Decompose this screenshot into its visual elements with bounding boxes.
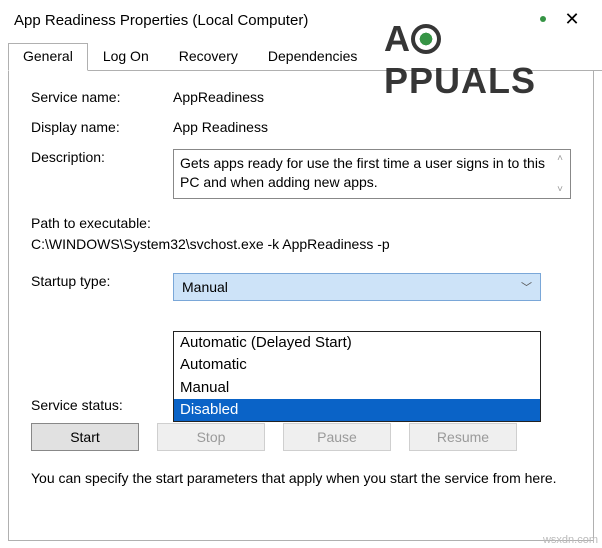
startup-option-automatic[interactable]: Automatic: [174, 354, 540, 376]
tab-bar: General Log On Recovery Dependencies: [8, 42, 602, 71]
pause-button: Pause: [283, 423, 391, 451]
tab-log-on[interactable]: Log On: [88, 43, 164, 71]
startup-type-dropdown[interactable]: Automatic (Delayed Start) Automatic Manu…: [173, 331, 541, 422]
window-title: App Readiness Properties (Local Computer…: [14, 12, 552, 29]
close-button[interactable]: ✕: [552, 6, 592, 34]
tab-general[interactable]: General: [8, 43, 88, 71]
value-display-name: App Readiness: [173, 119, 571, 135]
tab-dependencies[interactable]: Dependencies: [253, 43, 373, 71]
description-textbox[interactable]: Gets apps ready for use the first time a…: [173, 149, 571, 199]
start-button[interactable]: Start: [31, 423, 139, 451]
source-watermark: wsxdn.com: [543, 534, 598, 546]
label-service-status: Service status:: [31, 397, 173, 413]
label-description: Description:: [31, 149, 173, 165]
label-startup-type: Startup type:: [31, 273, 173, 289]
startup-option-automatic-delayed[interactable]: Automatic (Delayed Start): [174, 332, 540, 354]
scroll-up-icon[interactable]: ˄: [552, 152, 568, 166]
tab-recovery[interactable]: Recovery: [164, 43, 253, 71]
startup-option-disabled[interactable]: Disabled: [174, 399, 540, 421]
label-service-name: Service name:: [31, 89, 173, 105]
footer-note: You can specify the start parameters tha…: [31, 469, 571, 489]
stop-button: Stop: [157, 423, 265, 451]
value-service-name: AppReadiness: [173, 89, 571, 105]
description-scrollbar[interactable]: ˄ ˅: [552, 152, 568, 196]
startup-option-manual[interactable]: Manual: [174, 377, 540, 399]
scroll-down-icon[interactable]: ˅: [552, 183, 568, 197]
title-bar: App Readiness Properties (Local Computer…: [0, 0, 602, 38]
value-path: C:\WINDOWS\System32\svchost.exe -k AppRe…: [31, 234, 571, 255]
label-display-name: Display name:: [31, 119, 173, 135]
startup-type-select[interactable]: Manual ﹀: [173, 273, 541, 301]
label-path: Path to executable:: [31, 213, 571, 234]
description-text: Gets apps ready for use the first time a…: [180, 155, 545, 190]
chevron-down-icon: ﹀: [521, 279, 532, 295]
resume-button: Resume: [409, 423, 517, 451]
startup-type-selected: Manual: [182, 279, 228, 295]
general-panel: Service name: AppReadiness Display name:…: [8, 71, 594, 541]
